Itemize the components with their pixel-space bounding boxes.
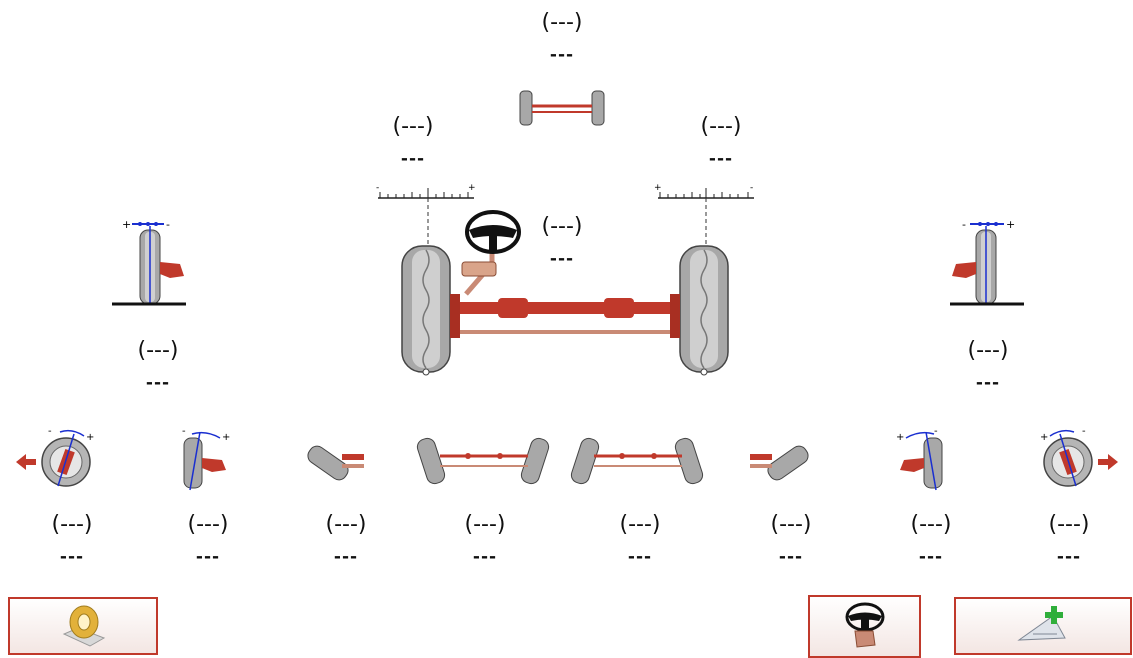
bottom-readout-7: (---) --- — [886, 512, 976, 568]
left-camber-icon: + - — [112, 218, 186, 306]
front-axle-diagram: - + + - — [376, 184, 754, 376]
svg-text:-: - — [376, 184, 379, 193]
svg-text:+: + — [1040, 432, 1048, 443]
steering-hold-button[interactable] — [808, 595, 921, 658]
readout-value: --- — [918, 547, 944, 567]
readout-value: --- — [1056, 547, 1082, 567]
right-sai-icon: + - — [896, 426, 943, 491]
add-measurement-icon — [1017, 606, 1066, 641]
readout-value: --- — [59, 547, 85, 567]
readout-value: --- — [195, 547, 221, 567]
svg-text:-: - — [934, 426, 938, 437]
readout-paren: (---) — [187, 512, 229, 537]
left-toe-value: --- — [400, 149, 426, 169]
add-measurement-button[interactable] — [954, 597, 1132, 655]
rear-axle-icon — [519, 90, 605, 126]
readout-paren: (---) — [51, 512, 93, 537]
steering-wheel-hand-icon — [845, 602, 884, 648]
svg-text:-: - — [750, 184, 753, 193]
svg-text:+: + — [896, 432, 904, 443]
readout-value: --- — [778, 547, 804, 567]
thrust-paren: (---) — [541, 10, 583, 35]
svg-text:+: + — [1006, 218, 1015, 231]
bottom-readout-3: (---) --- — [301, 512, 391, 568]
left-camber-paren: (---) — [137, 338, 179, 363]
left-sai-icon: - + — [182, 426, 230, 491]
bottom-readout-4: (---) --- — [440, 512, 530, 568]
right-toe-readout: (---) --- — [676, 114, 766, 170]
readout-paren: (---) — [464, 512, 506, 537]
left-toe-scale-icon: - + — [376, 184, 476, 250]
toe-in-axle-icon — [416, 437, 550, 485]
readout-value: --- — [472, 547, 498, 567]
readout-value: --- — [627, 547, 653, 567]
svg-text:-: - — [48, 426, 52, 437]
readout-paren: (---) — [325, 512, 367, 537]
toe-out-axle-icon — [570, 437, 704, 485]
readout-paren: (---) — [1048, 512, 1090, 537]
left-toe-paren: (---) — [392, 114, 434, 139]
bottom-readout-1: (---) --- — [27, 512, 117, 568]
right-camber-value: --- — [975, 373, 1001, 393]
left-camber-value: --- — [145, 373, 171, 393]
thrust-readout: (---) --- — [517, 10, 607, 66]
right-caster-wheel-icon: + - — [1040, 426, 1118, 487]
steering-wheel-icon — [465, 210, 521, 254]
bottom-readout-5: (---) --- — [595, 512, 685, 568]
readout-paren: (---) — [619, 512, 661, 537]
right-turn-wheel-icon — [750, 445, 809, 481]
svg-text:-: - — [962, 218, 966, 231]
thrust-value: --- — [549, 45, 575, 65]
svg-text:-: - — [182, 426, 186, 437]
readout-paren: (---) — [910, 512, 952, 537]
bottom-readout-6: (---) --- — [746, 512, 836, 568]
right-camber-readout: (---) --- — [943, 338, 1033, 394]
right-toe-scale-icon: + - — [654, 184, 754, 250]
bottom-readout-8: (---) --- — [1024, 512, 1114, 568]
svg-text:+: + — [222, 432, 230, 443]
right-camber-icon: - + — [950, 218, 1024, 306]
tape-button[interactable] — [8, 597, 158, 655]
right-toe-value: --- — [708, 149, 734, 169]
readout-paren: (---) — [770, 512, 812, 537]
tape-roll-icon — [62, 605, 106, 647]
svg-text:+: + — [86, 432, 94, 443]
right-camber-paren: (---) — [967, 338, 1009, 363]
left-turn-wheel-icon — [307, 445, 364, 481]
right-toe-paren: (---) — [700, 114, 742, 139]
svg-text:-: - — [166, 218, 170, 231]
svg-text:+: + — [468, 184, 476, 193]
svg-text:+: + — [122, 218, 131, 231]
left-caster-wheel-icon: - + — [16, 426, 94, 487]
svg-text:+: + — [654, 184, 662, 193]
left-toe-readout: (---) --- — [368, 114, 458, 170]
left-camber-readout: (---) --- — [113, 338, 203, 394]
svg-text:-: - — [1082, 426, 1086, 437]
readout-value: --- — [333, 547, 359, 567]
bottom-readout-2: (---) --- — [163, 512, 253, 568]
